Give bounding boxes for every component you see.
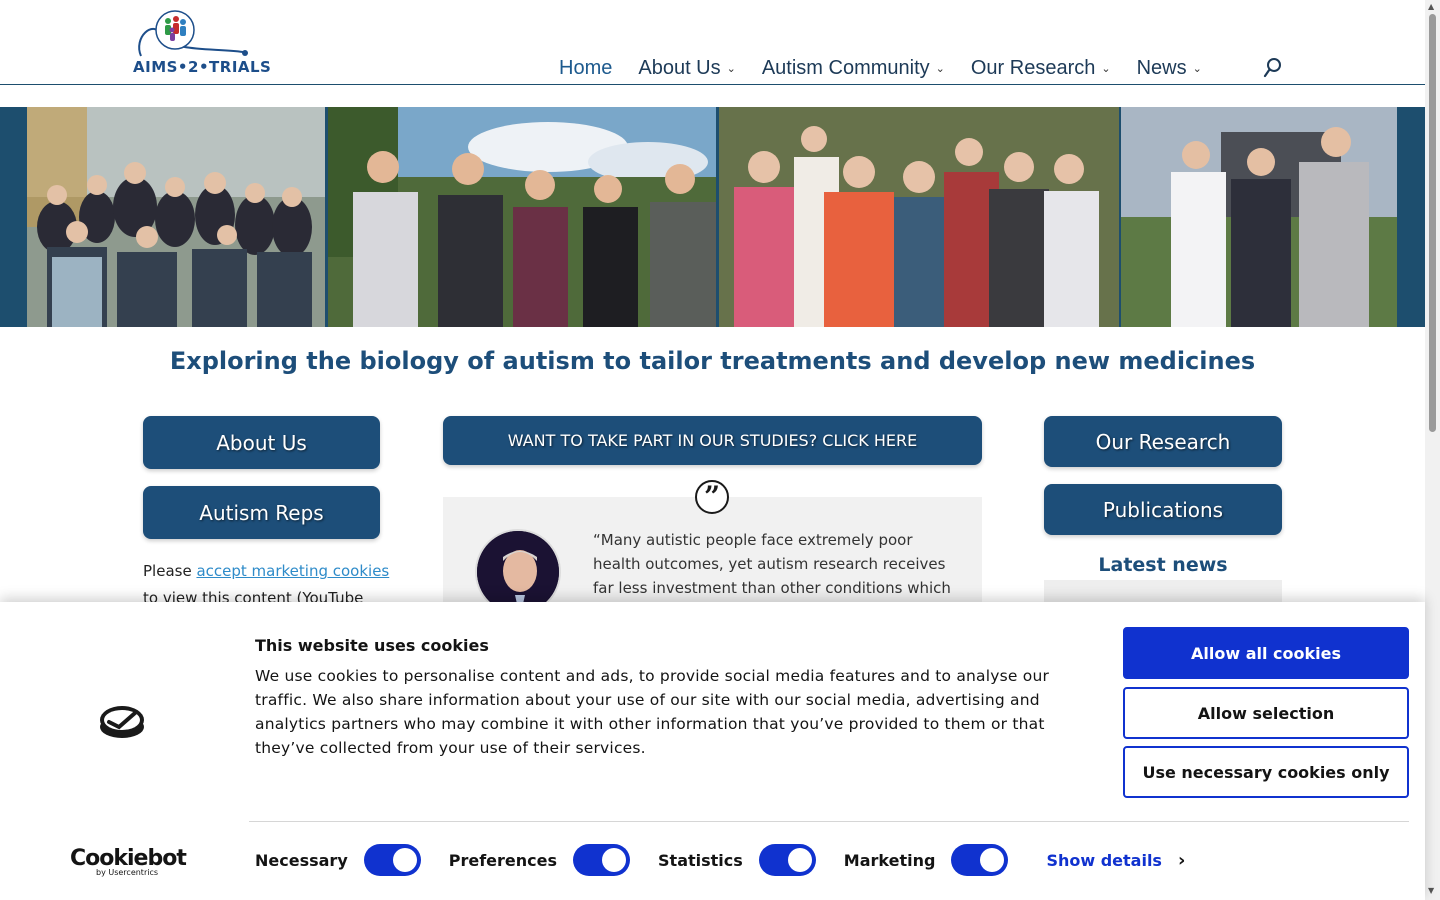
cookie-banner-divider [249,821,1409,822]
cookie-icon [99,703,145,739]
publications-button[interactable]: Publications [1044,484,1282,535]
logo-text: AIMS•2•TRIALS [133,58,272,76]
main-nav: Home About Us ⌄ Autism Community ⌄ Our R… [559,55,1228,81]
toggle-label-statistics: Statistics [658,850,743,870]
toggle-knob [980,848,1005,872]
chevron-down-icon: ⌄ [935,62,945,75]
nav-news[interactable]: News ⌄ [1137,57,1202,80]
nav-our-research[interactable]: Our Research ⌄ [971,57,1111,80]
toggle-group-marketing: Marketing [844,844,1009,876]
site-header: AIMS•2•TRIALS Home About Us ⌄ Autism Com… [0,0,1425,85]
chevron-right-icon: › [1177,849,1186,871]
chevron-down-icon: ⌄ [1101,62,1111,75]
nav-about-us-label: About Us [638,56,721,79]
scroll-thumb[interactable] [1429,14,1436,432]
toggle-knob [602,848,627,872]
scroll-up-arrow-icon[interactable]: ▲ [1428,2,1434,11]
site-logo[interactable]: AIMS•2•TRIALS [133,8,293,78]
preferences-toggle[interactable] [573,844,631,876]
marketing-toggle[interactable] [951,844,1009,876]
team-photo-4 [1121,107,1397,327]
allow-selection-button[interactable]: Allow selection [1123,687,1409,739]
page-scrollbar[interactable]: ▲ ▼ [1425,0,1440,900]
toggle-group-preferences: Preferences [448,844,631,876]
toggle-knob [392,848,417,872]
about-us-button[interactable]: About Us [143,416,380,469]
necessary-toggle[interactable] [363,844,421,876]
consent-text-before: Please [143,562,197,580]
take-part-cta-button[interactable]: WANT TO TAKE PART IN OUR STUDIES? CLICK … [443,416,982,465]
chevron-down-icon: ⌄ [726,62,736,75]
team-photo-banner [0,107,1425,327]
scroll-down-arrow-icon[interactable]: ▼ [1428,886,1434,895]
allow-all-cookies-button[interactable]: Allow all cookies [1123,627,1409,679]
autism-reps-button[interactable]: Autism Reps [143,486,380,539]
cookie-banner-title: This website uses cookies [255,636,489,655]
toggle-label-preferences: Preferences [448,850,558,870]
nav-about-us[interactable]: About Us ⌄ [638,57,735,80]
cookiebot-logo: Cookiebot by Usercentrics [70,846,187,877]
quote-icon: ” [695,480,729,514]
nav-news-label: News [1136,56,1187,79]
nav-home-label: Home [559,56,613,79]
cookie-consent-banner: This website uses cookies We use cookies… [0,602,1425,900]
team-photo-3 [719,107,1119,327]
nav-autism-community-label: Autism Community [761,56,930,79]
cookie-banner-description: We use cookies to personalise content an… [255,667,1050,757]
latest-news-heading: Latest news [1098,554,1228,576]
team-photo-2 [328,107,716,327]
nav-autism-community[interactable]: Autism Community ⌄ [762,57,945,80]
nav-our-research-label: Our Research [970,56,1096,79]
toggle-knob [787,848,812,872]
accept-marketing-cookies-link[interactable]: accept marketing cookies [196,562,389,580]
cookie-category-toggles: Necessary Preferences Statistics Marketi… [255,842,1185,878]
our-research-button[interactable]: Our Research [1044,416,1282,467]
page-tagline: Exploring the biology of autism to tailo… [169,347,1256,375]
chevron-down-icon: ⌄ [1192,62,1202,75]
show-details-label: Show details [1046,850,1162,870]
search-icon[interactable] [1263,57,1283,79]
team-photo-1 [27,107,325,327]
toggle-label-marketing: Marketing [843,850,936,870]
toggle-group-statistics: Statistics [658,844,816,876]
nav-home[interactable]: Home [559,57,612,80]
logo-figures-icon [138,10,248,57]
show-details-link[interactable]: Show details › [1046,850,1185,871]
toggle-label-necessary: Necessary [255,850,348,870]
statistics-toggle[interactable] [758,844,816,876]
toggle-group-necessary: Necessary [255,844,421,876]
necessary-cookies-only-button[interactable]: Use necessary cookies only [1123,746,1409,798]
